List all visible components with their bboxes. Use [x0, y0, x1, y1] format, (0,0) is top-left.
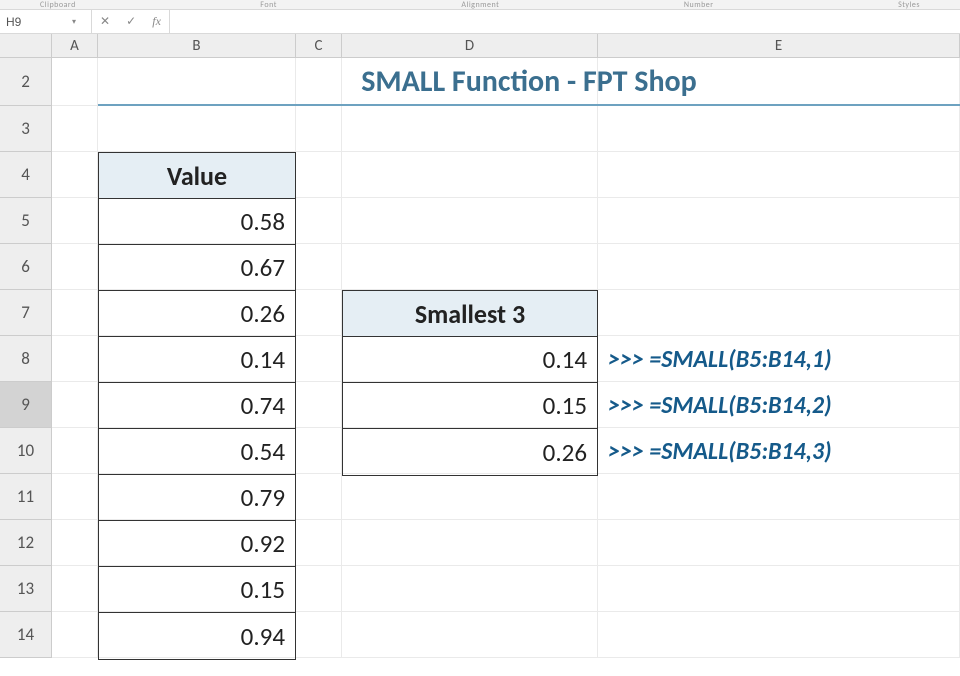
value-cell[interactable]: 0.79 — [99, 475, 295, 521]
col-header-a[interactable]: A — [52, 34, 98, 58]
formula-annotation: >>> =SMALL(B5:B14,1) — [608, 336, 832, 382]
value-cell[interactable]: 0.14 — [99, 337, 295, 383]
value-cell[interactable]: 0.26 — [99, 291, 295, 337]
value-cell[interactable]: 0.58 — [99, 199, 295, 245]
ribbon-label: Number — [684, 0, 714, 9]
value-cell[interactable]: 0.74 — [99, 383, 295, 429]
row-header[interactable]: 13 — [0, 566, 52, 612]
formula-bar[interactable] — [170, 10, 960, 33]
col-header-e[interactable]: E — [598, 34, 960, 58]
row-header[interactable]: 14 — [0, 612, 52, 658]
ribbon-label: Clipboard — [40, 0, 76, 9]
chevron-down-icon[interactable]: ▾ — [72, 17, 76, 27]
fx-icon[interactable]: fx — [152, 14, 161, 29]
row-header[interactable]: 3 — [0, 106, 52, 152]
enter-icon[interactable]: ✓ — [126, 14, 136, 29]
value-cell[interactable]: 0.54 — [99, 429, 295, 475]
smallest3-header: Smallest 3 — [343, 291, 597, 337]
formula-bar-input[interactable] — [170, 10, 960, 33]
ribbon-label: Font — [260, 0, 277, 9]
select-all-corner[interactable] — [0, 34, 52, 58]
ribbon-label: Alignment — [461, 0, 499, 9]
row-header[interactable]: 8 — [0, 336, 52, 382]
smallest3-cell[interactable]: 0.15 — [343, 383, 597, 429]
value-cell[interactable]: 0.92 — [99, 521, 295, 567]
formula-bar-row: ▾ ✕ ✓ fx — [0, 10, 960, 34]
formula-annotation: >>> =SMALL(B5:B14,2) — [608, 382, 832, 428]
formula-bar-buttons: ✕ ✓ fx — [92, 10, 170, 33]
column-headers: A B C D E — [0, 34, 960, 58]
ribbon-label: Styles — [898, 0, 920, 9]
row-header[interactable]: 4 — [0, 152, 52, 198]
row-header[interactable]: 10 — [0, 428, 52, 474]
smallest3-table: Smallest 3 0.14 0.15 0.26 — [342, 290, 598, 476]
cancel-icon[interactable]: ✕ — [100, 14, 110, 29]
col-header-d[interactable]: D — [342, 34, 598, 58]
row-header[interactable]: 9 — [0, 382, 52, 428]
smallest3-cell[interactable]: 0.14 — [343, 337, 597, 383]
formula-annotation: >>> =SMALL(B5:B14,3) — [608, 428, 832, 474]
value-cell[interactable]: 0.67 — [99, 245, 295, 291]
row-header[interactable]: 6 — [0, 244, 52, 290]
value-table-header: Value — [99, 153, 295, 199]
row-header[interactable]: 11 — [0, 474, 52, 520]
row-header[interactable]: 12 — [0, 520, 52, 566]
value-cell[interactable]: 0.94 — [99, 613, 295, 659]
spreadsheet-grid[interactable]: A B C D E 2 3 4 5 6 7 8 9 10 11 12 13 14… — [0, 34, 960, 658]
col-header-c[interactable]: C — [296, 34, 342, 58]
row-header[interactable]: 5 — [0, 198, 52, 244]
ribbon-remnant: Clipboard Font Alignment Number Styles — [0, 0, 960, 10]
col-header-b[interactable]: B — [98, 34, 296, 58]
row-header[interactable]: 2 — [0, 58, 52, 106]
smallest3-cell[interactable]: 0.26 — [343, 429, 597, 475]
value-cell[interactable]: 0.15 — [99, 567, 295, 613]
value-table: Value 0.58 0.67 0.26 0.14 0.74 0.54 0.79… — [98, 152, 296, 660]
row: 2 — [0, 58, 960, 106]
name-box-input[interactable] — [0, 15, 72, 29]
formula-annotations: >>> =SMALL(B5:B14,1) >>> =SMALL(B5:B14,2… — [608, 336, 832, 474]
name-box[interactable]: ▾ — [0, 10, 92, 33]
row-header[interactable]: 7 — [0, 290, 52, 336]
